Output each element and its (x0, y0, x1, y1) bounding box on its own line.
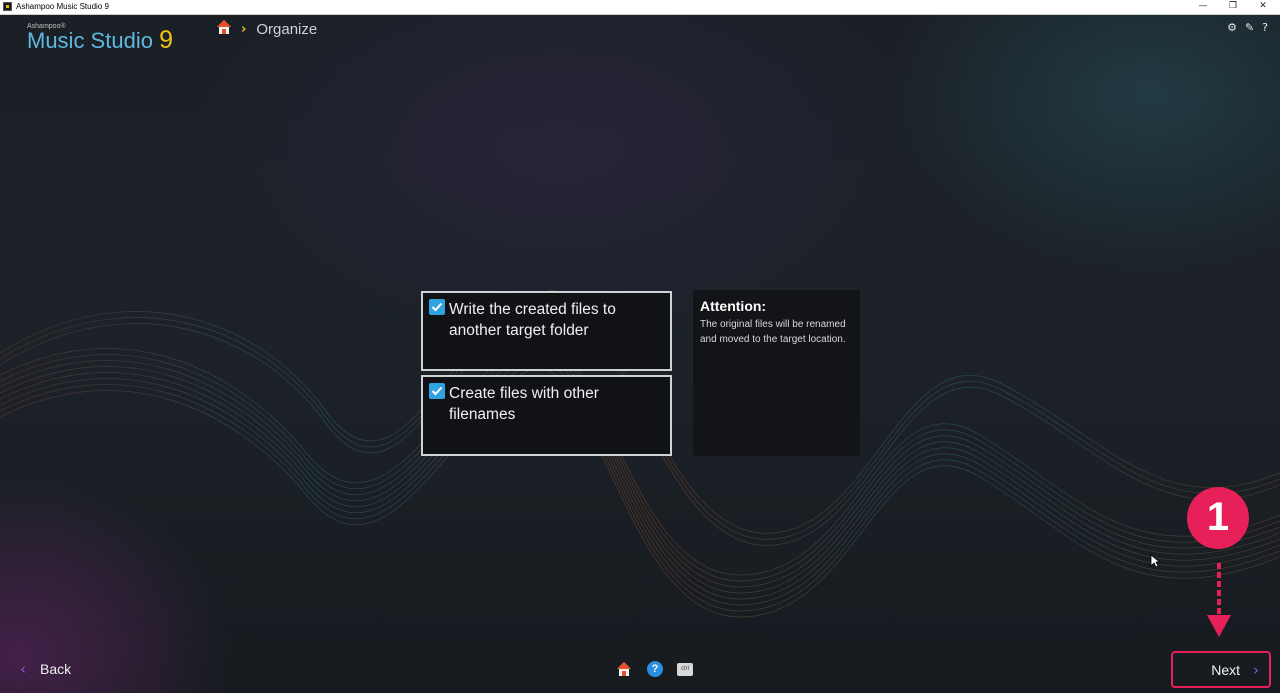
breadcrumb-current: Organize (256, 20, 318, 38)
app-icon (3, 2, 12, 11)
footer-toolbar: ? ctrl (615, 661, 693, 677)
window-title: Ashampoo Music Studio 9 (16, 2, 109, 11)
help-icon[interactable]: ? (1262, 22, 1268, 34)
mouse-cursor-icon (1150, 554, 1160, 568)
chevron-right-icon: › (1253, 660, 1259, 679)
feedback-icon[interactable]: ✎ (1245, 22, 1254, 34)
app-logo: Ashampoo® Music Studio 9 (27, 23, 173, 54)
logo-version: 9 (159, 26, 173, 54)
next-button[interactable]: Next › (1171, 651, 1271, 688)
top-toolbar: ⚙ ✎ ? (1227, 22, 1268, 34)
down-arrow-icon (1207, 563, 1231, 637)
ctrl-key-icon[interactable]: ctrl (677, 662, 693, 676)
option-other-filenames[interactable]: Create files with other filenames (421, 375, 672, 456)
option-label: Write the created files to another targe… (449, 301, 616, 339)
option-target-folder[interactable]: Write the created files to another targe… (421, 291, 672, 371)
home-icon[interactable] (615, 661, 633, 677)
attention-text: The original files will be renamed and m… (700, 319, 846, 345)
breadcrumb: › Organize (216, 19, 317, 39)
back-button[interactable]: ‹ Back (20, 660, 71, 678)
checkbox-target-folder[interactable] (429, 299, 445, 315)
checkbox-other-filenames[interactable] (429, 383, 445, 399)
checkmark-icon (431, 302, 443, 312)
restore-button[interactable]: ❐ (1218, 0, 1248, 14)
checkmark-icon (431, 386, 443, 396)
attention-panel: Attention: The original files will be re… (693, 290, 860, 456)
home-icon[interactable] (216, 19, 232, 39)
close-button[interactable]: ✕ (1248, 0, 1278, 14)
chevron-left-icon: ‹ (20, 660, 26, 678)
next-label: Next (1211, 661, 1240, 678)
app-main: Ashampoo® Music Studio 9 › Organize ⚙ ✎ … (0, 15, 1280, 693)
step-badge: 1 (1187, 487, 1249, 549)
help-circle-icon[interactable]: ? (647, 661, 663, 677)
attention-title: Attention: (700, 298, 767, 314)
minimize-button[interactable]: — (1188, 0, 1218, 14)
option-label: Create files with other filenames (449, 385, 599, 423)
settings-icon[interactable]: ⚙ (1227, 22, 1237, 34)
logo-product-name: Music Studio (27, 28, 153, 53)
back-label: Back (40, 661, 72, 677)
breadcrumb-separator: › (241, 21, 247, 37)
logo-product: Music Studio 9 (27, 26, 173, 54)
window-title-bar: Ashampoo Music Studio 9 — ❐ ✕ (0, 0, 1280, 15)
